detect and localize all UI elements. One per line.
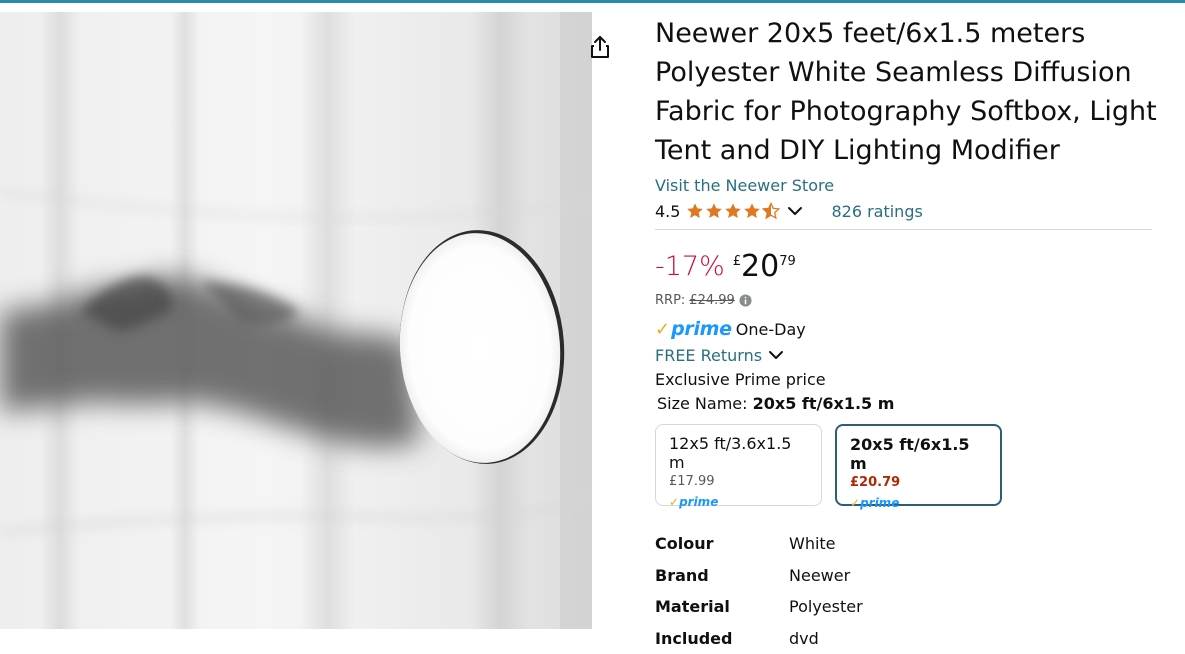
share-icon: [590, 35, 610, 59]
spec-row: Brand Neewer: [655, 560, 863, 592]
store-link[interactable]: Visit the Neewer Store: [655, 176, 1160, 195]
ratings-link[interactable]: 826 ratings: [831, 202, 922, 221]
spec-key: Material: [655, 591, 789, 623]
star-icon: [705, 202, 723, 220]
spec-row: Colour White: [655, 528, 863, 560]
spec-value: Neewer: [789, 560, 863, 592]
spec-value: White: [789, 528, 863, 560]
product-image[interactable]: [0, 12, 592, 629]
share-button[interactable]: [580, 27, 620, 67]
size-option-name: 12x5 ft/3.6x1.5 m: [669, 434, 808, 472]
spec-value: dvd: [789, 623, 863, 654]
prime-check-icon: ✓: [850, 496, 860, 510]
spec-key: Brand: [655, 560, 789, 592]
product-specs-table: Colour White Brand Neewer Material Polye…: [655, 528, 863, 654]
current-price: £ 20 79: [733, 252, 796, 282]
prime-badge: ✓ prime One-Day: [655, 317, 1160, 341]
size-option-prime: ✓ prime: [850, 496, 987, 510]
rating-value: 4.5: [655, 202, 680, 221]
spec-key: Colour: [655, 528, 789, 560]
free-returns-label: FREE Returns: [655, 346, 762, 365]
prime-check-icon: ✓: [655, 319, 670, 340]
chevron-down-icon: [768, 347, 784, 363]
exclusive-prime-price: Exclusive Prime price: [655, 370, 1160, 389]
size-name-value: 20x5 ft/6x1.5 m: [753, 394, 895, 413]
price-whole: 20: [741, 252, 779, 282]
spec-row: Included dvd: [655, 623, 863, 654]
info-icon[interactable]: [739, 294, 752, 307]
top-accent-line: [0, 0, 1185, 3]
spec-row: Material Polyester: [655, 591, 863, 623]
chevron-down-icon[interactable]: [787, 203, 803, 219]
spec-value: Polyester: [789, 591, 863, 623]
star-rating[interactable]: [686, 202, 803, 220]
prime-logo: prime: [679, 495, 718, 509]
divider: [655, 229, 1152, 230]
rrp-value: £24.99: [689, 293, 735, 308]
size-option-selected[interactable]: 20x5 ft/6x1.5 m £20.79 ✓ prime: [835, 424, 1002, 506]
star-icon: [724, 202, 742, 220]
price-fraction: 79: [779, 254, 796, 269]
product-title: Neewer 20x5 feet/6x1.5 meters Polyester …: [655, 14, 1160, 170]
discount-percent: -17%: [655, 252, 725, 282]
free-returns[interactable]: FREE Returns: [655, 344, 1160, 366]
size-name-row: Size Name: 20x5 ft/6x1.5 m: [657, 394, 1160, 413]
half-star-icon: [762, 202, 780, 220]
prime-logo: prime: [671, 318, 732, 340]
rrp-label: RRP:: [655, 293, 685, 308]
size-option-prime: ✓ prime: [669, 495, 808, 509]
size-option-name: 20x5 ft/6x1.5 m: [850, 435, 987, 473]
size-option[interactable]: 12x5 ft/3.6x1.5 m £17.99 ✓ prime: [655, 424, 822, 506]
product-photo: [0, 12, 592, 629]
prime-logo: prime: [860, 496, 899, 510]
size-options: 12x5 ft/3.6x1.5 m £17.99 ✓ prime 20x5 ft…: [655, 424, 1160, 506]
size-option-price: £17.99: [669, 474, 808, 489]
rating-row: 4.5 826 ratings: [655, 200, 1160, 222]
rrp-row: RRP: £24.99: [655, 293, 1160, 308]
product-info: Neewer 20x5 feet/6x1.5 meters Polyester …: [655, 14, 1160, 654]
size-name-label: Size Name:: [657, 394, 748, 413]
spec-key: Included: [655, 623, 789, 654]
prime-check-icon: ✓: [669, 495, 679, 509]
star-icon: [686, 202, 704, 220]
star-icon: [743, 202, 761, 220]
price-currency: £: [733, 254, 741, 269]
prime-delivery-label: One-Day: [736, 320, 806, 339]
price-row: -17% £ 20 79: [655, 252, 1160, 286]
size-option-price: £20.79: [850, 475, 987, 490]
